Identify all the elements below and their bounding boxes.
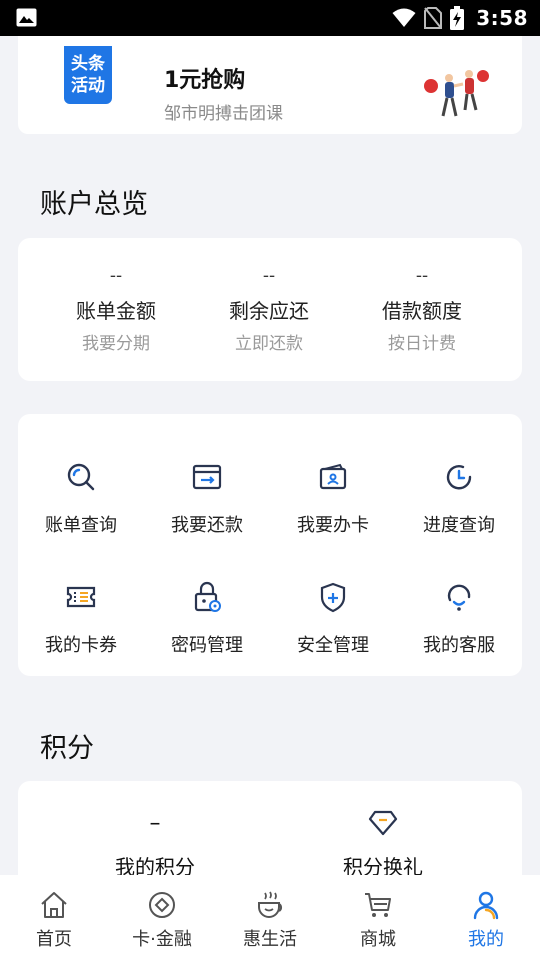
promo-banner[interactable]: 头条 活动 1元抢购 邹市明搏击团课: [18, 36, 522, 134]
coupon-icon: [66, 586, 96, 608]
wifi-icon: [392, 8, 416, 27]
coffee-cup-icon: [258, 891, 283, 918]
loan-limit-column[interactable]: -- 借款额度 按日计费: [338, 238, 506, 356]
installment-link[interactable]: 我要分期: [32, 332, 200, 356]
tab-home[interactable]: 首页: [0, 875, 108, 960]
services-card: 账单查询 我要还款 我要办卡 进度查询 我的卡券 密码管理 安全管理 我的客服: [18, 414, 522, 676]
bill-amount-label: 账单金额: [76, 299, 156, 323]
repay-card-icon: [192, 464, 222, 490]
cart-icon: [365, 893, 391, 917]
points-exchange[interactable]: 积分换礼: [283, 805, 483, 880]
headline-tag: 头条 活动: [64, 46, 112, 104]
account-overview-title: 账户总览: [40, 189, 148, 220]
bill-amount-value: --: [109, 266, 123, 286]
service-apply-card[interactable]: 我要办卡: [270, 460, 396, 537]
search-icon: [67, 463, 95, 491]
my-points-value: –: [149, 810, 161, 836]
account-overview-card: -- 账单金额 我要分期 -- 剩余应还 立即还款 -- 借款额度 按日计费: [18, 238, 522, 381]
status-bar: 3:58: [0, 0, 540, 36]
loan-limit-label: 借款额度: [382, 299, 462, 323]
loan-limit-value: --: [415, 266, 429, 286]
service-customer-support[interactable]: 我的客服: [396, 580, 522, 657]
banner-title: 1元抢购: [164, 68, 246, 93]
home-icon: [41, 892, 67, 918]
headset-icon: [447, 584, 471, 611]
battery-charging-icon: [450, 6, 465, 30]
status-time: 3:58: [476, 6, 528, 30]
tab-mine[interactable]: 我的: [432, 875, 540, 960]
banner-subtitle: 邹市明搏击团课: [164, 104, 283, 124]
tab-card-finance[interactable]: 卡·金融: [108, 875, 216, 960]
bill-amount-column[interactable]: -- 账单金额 我要分期: [32, 238, 200, 356]
diamond-icon: [368, 810, 398, 836]
clock-icon: [446, 465, 472, 490]
service-progress-inquiry[interactable]: 进度查询: [396, 460, 522, 537]
tab-mall[interactable]: 商城: [324, 875, 432, 960]
service-security[interactable]: 安全管理: [270, 580, 396, 657]
tab-life[interactable]: 惠生活: [216, 875, 324, 960]
service-coupons[interactable]: 我的卡券: [18, 580, 144, 657]
service-bill-inquiry[interactable]: 账单查询: [18, 460, 144, 537]
apply-card-icon: [319, 463, 347, 490]
no-sim-icon: [424, 7, 443, 29]
remaining-due-value: --: [262, 266, 276, 286]
boxers-illustration: [424, 70, 489, 117]
bottom-tab-bar: 首页 卡·金融 惠生活 商城 我的: [0, 875, 540, 960]
person-icon: [473, 891, 499, 920]
repay-now-link[interactable]: 立即还款: [185, 332, 353, 356]
remaining-due-column[interactable]: -- 剩余应还 立即还款: [185, 238, 353, 356]
service-password[interactable]: 密码管理: [144, 580, 270, 657]
shield-icon: [320, 582, 346, 613]
image-icon: [16, 8, 37, 27]
points-title: 积分: [40, 733, 94, 764]
my-points[interactable]: – 我的积分: [55, 805, 255, 880]
lock-icon: [194, 581, 221, 612]
card-finance-icon: [149, 892, 175, 918]
remaining-due-label: 剩余应还: [229, 299, 309, 323]
service-repay[interactable]: 我要还款: [144, 460, 270, 537]
daily-charge-link[interactable]: 按日计费: [338, 332, 506, 356]
